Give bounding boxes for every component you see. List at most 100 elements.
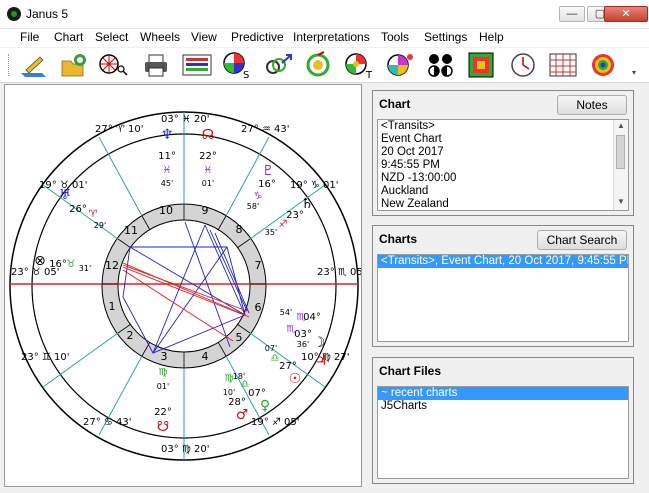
- svg-text:26°: 26°: [69, 204, 87, 215]
- svg-text:♅: ♅: [59, 187, 72, 203]
- svg-text:18': 18': [233, 372, 245, 381]
- svg-text:16°: 16°: [258, 179, 276, 190]
- svg-text:01': 01': [157, 382, 169, 391]
- cusp-8-label: 19° ♑ 01': [290, 180, 339, 191]
- eclipse-button[interactable]: [385, 51, 415, 79]
- progressions-button[interactable]: [304, 51, 334, 79]
- svg-text:☊: ☊: [202, 127, 214, 143]
- chart-list-button[interactable]: [182, 51, 212, 79]
- menu-wheels[interactable]: Wheels: [140, 30, 180, 44]
- menu-bar: File Chart Select Wheels View Predictive…: [0, 29, 649, 47]
- chart-wheel[interactable]: 1 2 3 4 5 6 7 8 9 10 11 12 03° ♓ 20' 03°…: [5, 85, 366, 486]
- menu-interpretations[interactable]: Interpretations: [293, 30, 370, 44]
- chart-info-line: NZD -13:00:00: [381, 172, 457, 184]
- notes-button[interactable]: Notes: [557, 95, 627, 115]
- charts-group: Charts Chart Search <Transits>, Event Ch…: [372, 225, 634, 347]
- scroll-down-icon[interactable]: ▼: [614, 197, 628, 209]
- calendar-grid-button[interactable]: [548, 51, 578, 79]
- harmonic-button[interactable]: [466, 51, 496, 79]
- minimize-button[interactable]: —: [559, 6, 585, 22]
- svg-text:58': 58': [247, 202, 259, 211]
- moon-phases-icon: [428, 54, 453, 77]
- harmonic-icon: [468, 52, 494, 78]
- svg-text:28°: 28°: [228, 397, 246, 408]
- svg-text:♏: ♏: [297, 312, 306, 323]
- returns-icon: T: [345, 53, 373, 81]
- toolbar-grip: [8, 54, 11, 76]
- chart-info-scrollbar[interactable]: ▲ ▼: [613, 120, 628, 210]
- mc-cusp-label: 03° ♓ 20': [161, 114, 210, 125]
- svg-text:♑: ♑: [254, 191, 263, 202]
- window-title: Janus 5: [26, 7, 69, 21]
- chart-list-icon: [182, 54, 212, 76]
- eclipse-icon: [387, 54, 413, 76]
- cusp-2-label: 23° ♊ 10': [21, 352, 70, 363]
- svg-text:03°: 03°: [294, 329, 312, 340]
- house-number-10: 10: [159, 204, 173, 217]
- clock-icon: [511, 53, 535, 77]
- house-number-1: 1: [109, 300, 116, 313]
- chart-list-item[interactable]: <Transits>, Event Chart, 20 Oct 2017, 9:…: [378, 255, 628, 268]
- menu-chart[interactable]: Chart: [54, 30, 83, 44]
- returns-button[interactable]: T: [344, 51, 374, 81]
- open-chart-icon: [61, 54, 86, 77]
- svg-text:35': 35': [265, 228, 277, 237]
- chart-wheel-pane[interactable]: 1 2 3 4 5 6 7 8 9 10 11 12 03° ♓ 20' 03°…: [4, 84, 366, 487]
- aspect-wheel-button[interactable]: S: [221, 51, 251, 81]
- svg-text:♈: ♈: [89, 209, 98, 220]
- scrollbar-thumb[interactable]: [616, 135, 625, 169]
- menu-select[interactable]: Select: [95, 30, 128, 44]
- menu-file[interactable]: File: [20, 30, 39, 44]
- svg-text:10': 10': [223, 388, 235, 397]
- svg-text:01': 01': [202, 179, 214, 188]
- file-list-item-j5charts[interactable]: J5Charts: [378, 400, 628, 413]
- toolbar-overflow-icon[interactable]: ▾: [632, 68, 636, 77]
- file-list-item-recent[interactable]: ~ recent charts: [378, 387, 628, 400]
- svg-text:♎: ♎: [271, 353, 280, 364]
- svg-text:22°: 22°: [199, 151, 217, 162]
- chart-search-button-side[interactable]: Chart Search: [537, 230, 627, 250]
- menu-predictive[interactable]: Predictive: [231, 30, 284, 44]
- transits-button[interactable]: [264, 51, 294, 79]
- returns-sub-label: T: [365, 70, 373, 79]
- svg-text:♍: ♍: [159, 367, 168, 378]
- house-number-3: 3: [161, 350, 168, 363]
- svg-text:♐: ♐: [279, 219, 288, 230]
- svg-text:16°: 16°: [49, 259, 67, 270]
- aspect-wheel-sub-label: S: [243, 70, 249, 79]
- open-chart-button[interactable]: [59, 51, 89, 79]
- menu-settings[interactable]: Settings: [424, 30, 467, 44]
- svg-text:☉: ☉: [289, 371, 302, 387]
- rainbow-wheel-button[interactable]: [588, 51, 618, 79]
- rainbow-wheel-icon: [592, 54, 614, 76]
- print-button[interactable]: [141, 51, 171, 79]
- svg-text:♏: ♏: [287, 324, 296, 335]
- new-chart-icon: [21, 56, 46, 77]
- print-icon: [145, 54, 167, 77]
- moon-phases-button[interactable]: [426, 51, 456, 79]
- calendar-grid-icon: [549, 53, 577, 77]
- house-number-11: 11: [124, 224, 138, 237]
- menu-tools[interactable]: Tools: [381, 30, 409, 44]
- scroll-up-icon[interactable]: ▲: [614, 121, 628, 133]
- svg-text:⊗: ⊗: [34, 253, 46, 269]
- svg-text:♇: ♇: [262, 163, 275, 179]
- chart-info-list[interactable]: <Transits> Event Chart 20 Oct 2017 9:45:…: [377, 119, 629, 211]
- menu-view[interactable]: View: [191, 30, 217, 44]
- house-number-7: 7: [255, 259, 262, 272]
- svg-text:♍: ♍: [225, 373, 234, 384]
- house-number-8: 8: [236, 223, 243, 236]
- svg-text:♓: ♓: [163, 165, 172, 176]
- svg-text:♃: ♃: [315, 353, 328, 369]
- chart-info-line: 20 Oct 2017: [381, 146, 444, 158]
- new-chart-button[interactable]: [18, 51, 48, 79]
- charts-list[interactable]: <Transits>, Event Chart, 20 Oct 2017, 9:…: [377, 254, 629, 342]
- menu-help[interactable]: Help: [479, 30, 504, 44]
- chart-search-button[interactable]: [98, 51, 128, 79]
- close-button[interactable]: ✕: [604, 6, 648, 22]
- house-number-2: 2: [127, 329, 134, 342]
- clock-button[interactable]: [508, 51, 538, 79]
- svg-text:54': 54': [280, 308, 292, 317]
- house-number-4: 4: [202, 350, 209, 363]
- chart-files-list[interactable]: ~ recent charts J5Charts: [377, 386, 629, 479]
